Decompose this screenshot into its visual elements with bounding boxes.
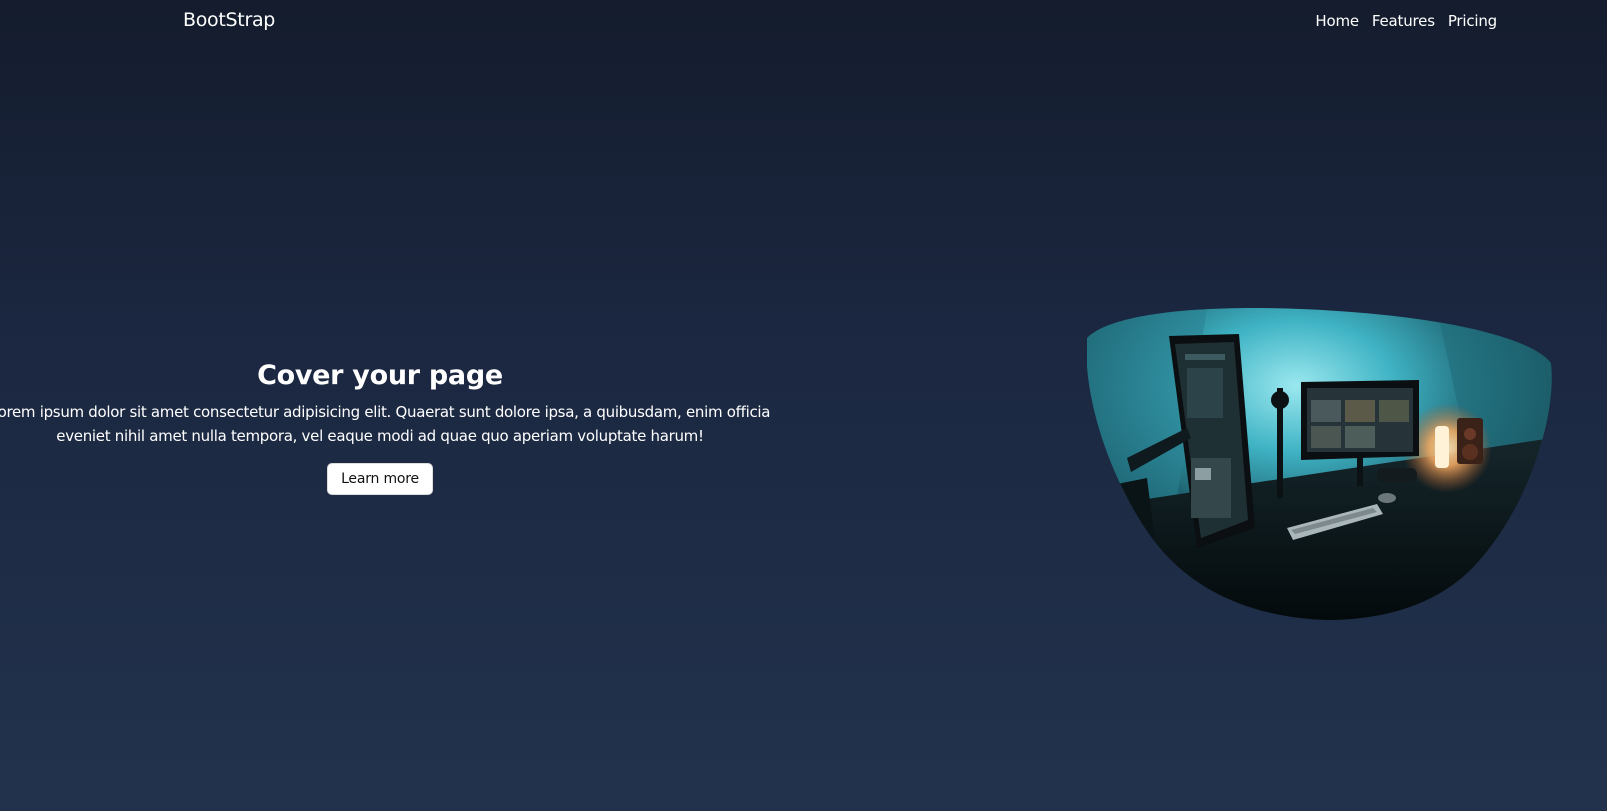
nav-features-link[interactable]: Features [1372,12,1435,30]
hero-title: Cover your page [257,360,503,391]
learn-more-button[interactable]: Learn more [327,463,433,495]
nav-links: Home Features Pricing [1315,12,1497,30]
desk-setup-photo-icon [1087,308,1552,620]
hero-text: Lorem ipsum dolor sit amet consectetur a… [0,403,771,445]
nav-home-link[interactable]: Home [1315,12,1359,30]
navbar: BootStrap Home Features Pricing [0,0,1607,42]
brand-logo[interactable]: BootStrap [183,9,275,31]
nav-pricing-link[interactable]: Pricing [1448,12,1497,30]
hero-section: Cover your page Lorem ipsum dolor sit am… [0,357,880,495]
hero-image [1087,308,1552,620]
